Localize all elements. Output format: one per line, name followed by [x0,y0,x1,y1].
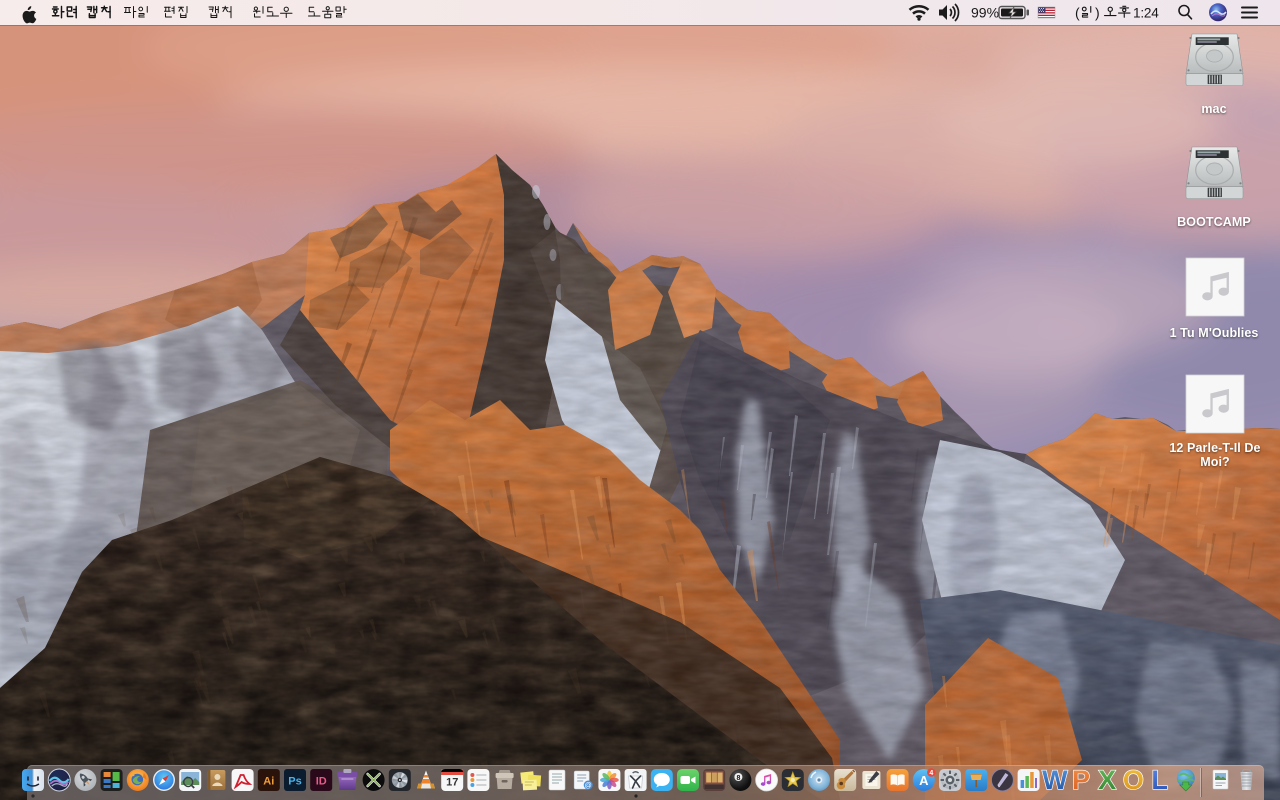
svg-text:A: A [919,773,929,788]
svg-text:@: @ [585,783,592,790]
svg-text:ID: ID [316,776,327,788]
svg-text:Ps: Ps [288,776,301,788]
svg-text:17: 17 [446,777,458,789]
svg-text:8: 8 [736,775,740,782]
svg-text:O: O [1123,765,1144,795]
svg-text:P: P [1072,765,1090,795]
svg-text:4: 4 [929,770,933,777]
svg-text:Ai: Ai [263,776,274,788]
svg-text:X: X [1098,765,1116,795]
svg-text:W: W [1042,765,1068,795]
svg-text:L: L [1151,765,1168,795]
